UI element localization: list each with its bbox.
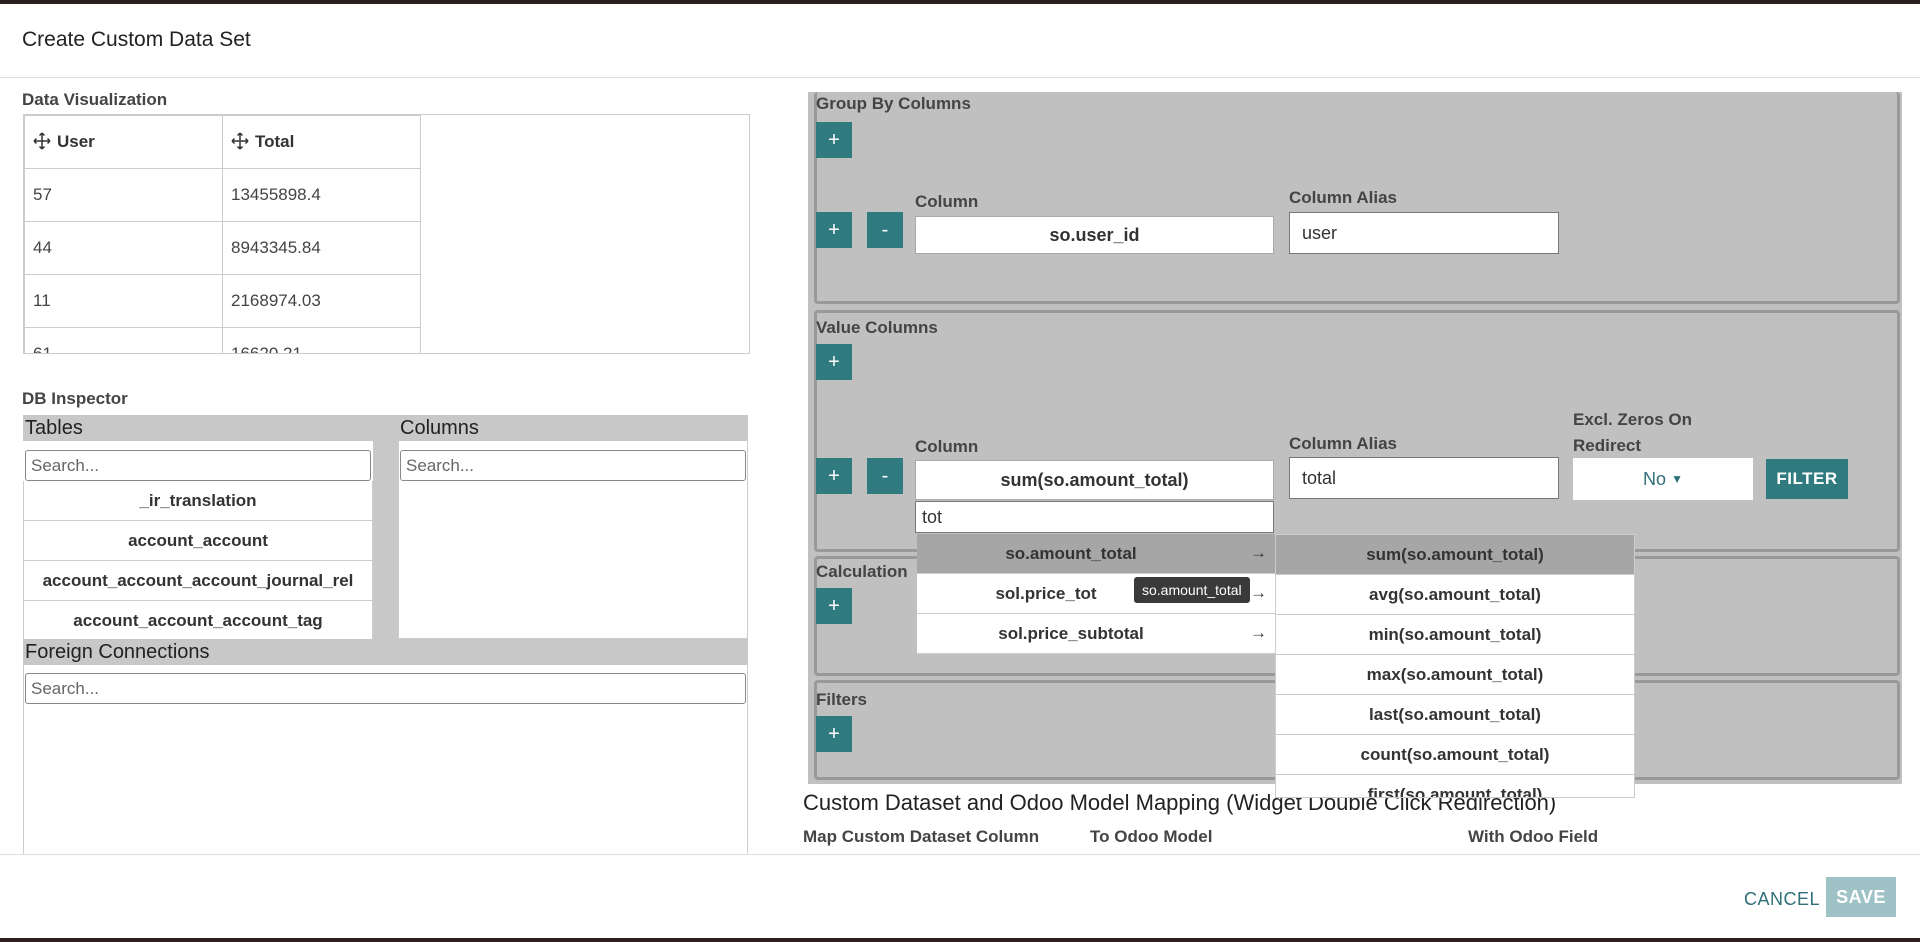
table-row: 61 16620.21 [24, 327, 421, 353]
table-list-item[interactable]: account_account [23, 521, 373, 561]
excl-zeros-dropdown[interactable]: No ▼ [1573, 458, 1753, 500]
value-column-search-input[interactable]: tot [915, 501, 1274, 533]
group-by-label: Group By Columns [816, 94, 971, 113]
value-alias-input[interactable]: total [1289, 457, 1559, 499]
add-filter-button[interactable]: + [816, 716, 852, 752]
mapping-field-header: With Odoo Field [1468, 827, 1599, 846]
add-calculation-button[interactable]: + [816, 588, 852, 624]
table-row: 11 2168974.03 [24, 274, 421, 328]
foreign-connections-header: Foreign Connections [23, 639, 748, 665]
group-alias-label: Column Alias [1289, 188, 1397, 207]
modal-footer: CANCEL SAVE [0, 854, 1920, 938]
group-column-label: Column [915, 192, 979, 211]
db-inspector-label: DB Inspector [22, 389, 128, 408]
data-visualization-table: User Total 57 13455898.4 44 8943345.84 1… [23, 114, 750, 354]
excl-zeros-value: No [1643, 468, 1667, 489]
table-list-item[interactable]: account_account_account_journal_rel [23, 561, 373, 601]
modal-title: Create Custom Data Set [22, 28, 251, 51]
remove-value-row-button[interactable]: - [867, 458, 903, 494]
tables-search-input[interactable] [25, 450, 371, 481]
arrow-right-icon: → [1250, 583, 1267, 602]
excl-zeros-label-line2: Redirect [1573, 436, 1642, 455]
table-list-item[interactable]: _ir_translation [23, 481, 373, 521]
excl-zeros-label-line1: Excl. Zeros On [1573, 410, 1693, 429]
move-icon[interactable] [231, 132, 249, 150]
value-column-select[interactable]: sum(so.amount_total) [915, 460, 1274, 500]
arrow-right-icon: → [1250, 623, 1267, 642]
aggregate-option[interactable]: avg(so.amount_total) [1276, 575, 1634, 615]
mapping-model-header: To Odoo Model [1090, 827, 1213, 846]
value-alias-label: Column Alias [1289, 434, 1397, 453]
table-row: 57 13455898.4 [24, 168, 421, 222]
column-option-label: sol.price_tot [995, 583, 1097, 603]
filters-label: Filters [816, 690, 868, 709]
table-cell: 2168974.03 [222, 274, 421, 328]
aggregate-option[interactable]: count(so.amount_total) [1276, 735, 1634, 775]
column-tooltip: so.amount_total [1134, 577, 1250, 603]
columns-header: Columns [398, 415, 748, 441]
aggregate-option[interactable]: last(so.amount_total) [1276, 695, 1634, 735]
excl-zeros-label: Excl. Zeros On Redirect [1573, 407, 1692, 459]
aggregate-options-list: sum(so.amount_total) avg(so.amount_total… [1275, 534, 1635, 798]
mapping-column-header: Map Custom Dataset Column [803, 827, 1040, 846]
table-cell: 16620.21 [222, 327, 421, 353]
aggregate-option[interactable]: first(so.amount_total) [1276, 775, 1634, 797]
tables-list: _ir_translation account_account account_… [23, 481, 373, 641]
create-dataset-modal: Create Custom Data Set Data Visualizatio… [0, 4, 1920, 938]
column-option-sol-price-subtotal[interactable]: sol.price_subtotal → [917, 614, 1275, 654]
remove-group-column-button[interactable]: - [867, 212, 903, 248]
calculation-label: Calculation [816, 562, 908, 581]
modal-header: Create Custom Data Set [0, 4, 1920, 78]
tables-header: Tables [23, 415, 373, 441]
aggregate-option[interactable]: max(so.amount_total) [1276, 655, 1634, 695]
aggregate-option[interactable]: min(so.amount_total) [1276, 615, 1634, 655]
table-row: 44 8943345.84 [24, 221, 421, 275]
add-group-by-button[interactable]: + [816, 122, 852, 158]
column-header-user[interactable]: User [24, 115, 223, 169]
column-header-label: Total [255, 132, 295, 151]
foreign-connections-list [23, 665, 748, 863]
aggregate-option[interactable]: sum(so.amount_total) [1276, 535, 1634, 575]
add-group-column-button[interactable]: + [816, 212, 852, 248]
column-option-label: sol.price_subtotal [998, 623, 1144, 643]
table-cell: 61 [24, 327, 223, 353]
cancel-button[interactable]: CANCEL [1730, 879, 1834, 919]
table-cell: 11 [24, 274, 223, 328]
move-icon[interactable] [33, 132, 51, 150]
arrow-right-icon: → [1250, 543, 1267, 562]
columns-list [398, 441, 748, 639]
column-option-label: so.amount_total [1005, 543, 1137, 563]
add-value-row-button[interactable]: + [816, 458, 852, 494]
data-visualization-label: Data Visualization [22, 90, 168, 109]
group-column-select[interactable]: so.user_id [915, 216, 1274, 254]
table-cell: 13455898.4 [222, 168, 421, 222]
value-column-label: Column [915, 437, 979, 456]
column-header-total[interactable]: Total [222, 115, 421, 169]
column-option-so-amount-total[interactable]: so.amount_total → [917, 534, 1275, 574]
save-button[interactable]: SAVE [1826, 877, 1896, 917]
filter-button[interactable]: FILTER [1766, 459, 1848, 499]
caret-down-icon: ▼ [1671, 472, 1683, 486]
add-value-column-button[interactable]: + [816, 344, 852, 380]
table-cell: 44 [24, 221, 223, 275]
table-cell: 8943345.84 [222, 221, 421, 275]
group-alias-input[interactable]: user [1289, 212, 1559, 254]
value-columns-label: Value Columns [816, 318, 938, 337]
table-cell: 57 [24, 168, 223, 222]
column-header-label: User [57, 132, 95, 151]
table-list-item[interactable]: account_account_account_tag [23, 601, 373, 641]
inspector-divider [373, 415, 398, 639]
